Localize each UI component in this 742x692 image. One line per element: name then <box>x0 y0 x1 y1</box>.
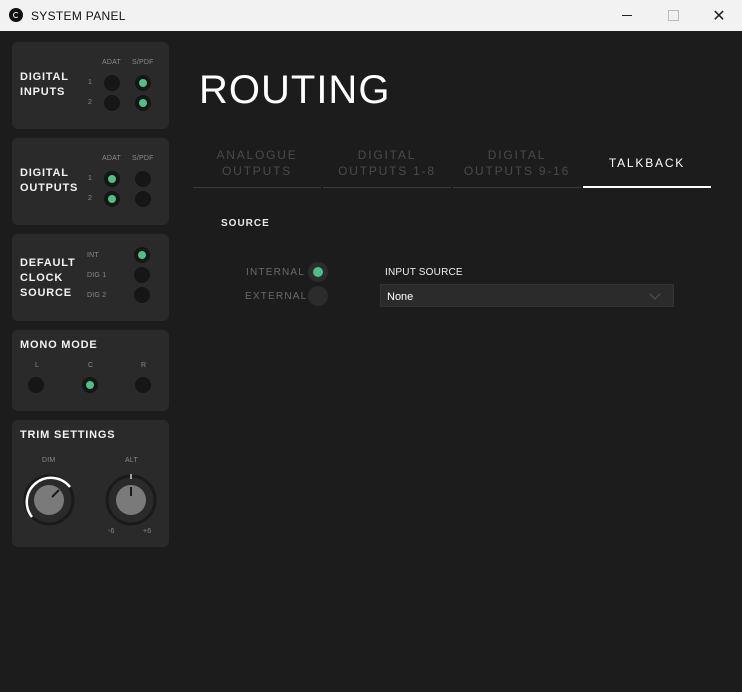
adat-column-label: ADAT <box>102 59 121 66</box>
tab-digital-outputs-1-8[interactable]: DIGITAL OUTPUTS 1-8 <box>323 144 451 188</box>
digital-input-adat-2-toggle[interactable] <box>104 95 120 111</box>
close-icon: ✕ <box>712 7 726 25</box>
mono-mode-c-radio[interactable] <box>82 377 98 393</box>
alt-knob[interactable] <box>104 473 158 527</box>
input-source-value: None <box>387 291 414 303</box>
digital-outputs-panel: DIGITAL OUTPUTS ADAT S/PDF 1 2 <box>12 138 169 225</box>
external-radio[interactable] <box>308 286 328 306</box>
internal-label: INTERNAL <box>246 267 306 278</box>
digital-input-spdf-2-toggle[interactable] <box>135 95 151 111</box>
digital-output-adat-2-toggle[interactable] <box>104 191 120 207</box>
clock-option-dig2-label: DIG 2 <box>87 292 107 299</box>
digital-input-adat-1-toggle[interactable] <box>104 75 120 91</box>
digital-inputs-panel: DIGITAL INPUTS ADAT S/PDF 1 2 <box>12 42 169 129</box>
spdf-column-label: S/PDF <box>132 155 154 162</box>
dim-knob-pointer <box>51 489 60 498</box>
digital-output-adat-1-toggle[interactable] <box>104 171 120 187</box>
clock-option-dig1-label: DIG 1 <box>87 272 107 279</box>
page-title: ROUTING <box>199 68 391 112</box>
mono-option-l-label: L <box>35 362 40 369</box>
dim-knob-label: DIM <box>42 457 56 464</box>
maximize-icon <box>667 10 679 21</box>
clock-source-panel: DEFAULT CLOCK SOURCE INT DIG 1 DIG 2 <box>12 234 169 321</box>
row-label-1: 1 <box>88 79 93 86</box>
chevron-down-icon <box>649 288 661 300</box>
close-button[interactable]: ✕ <box>696 0 742 31</box>
trim-settings-title: TRIM SETTINGS <box>20 429 116 441</box>
tab-digital-outputs-9-16[interactable]: DIGITAL OUTPUTS 9-16 <box>453 144 581 188</box>
spdf-column-label: S/PDF <box>132 59 154 66</box>
trim-settings-panel: TRIM SETTINGS DIM ALT -6 +6 <box>12 420 169 547</box>
clock-source-dig2-radio[interactable] <box>134 287 150 303</box>
dim-knob[interactable] <box>22 473 76 527</box>
source-section-label: SOURCE <box>221 218 270 229</box>
input-source-dropdown[interactable]: None <box>380 284 674 307</box>
clock-option-int-label: INT <box>87 252 99 259</box>
digital-output-spdf-1-toggle[interactable] <box>135 171 151 187</box>
tab-talkback[interactable]: TALKBACK <box>583 144 711 188</box>
minimize-icon <box>622 15 632 16</box>
mono-option-r-label: R <box>141 362 147 369</box>
row-label-2: 2 <box>88 195 93 202</box>
digital-outputs-title: DIGITAL OUTPUTS <box>20 167 79 194</box>
alt-min-label: -6 <box>108 528 115 535</box>
external-label: EXTERNAL <box>245 291 308 302</box>
minimize-button[interactable] <box>604 0 650 31</box>
adat-column-label: ADAT <box>102 155 121 162</box>
window-title: SYSTEM PANEL <box>31 9 126 23</box>
digital-output-spdf-2-toggle[interactable] <box>135 191 151 207</box>
clock-source-dig1-radio[interactable] <box>134 267 150 283</box>
digital-input-spdf-1-toggle[interactable] <box>135 75 151 91</box>
mono-mode-l-radio[interactable] <box>28 377 44 393</box>
clock-source-int-radio[interactable] <box>134 247 150 263</box>
input-source-label: INPUT SOURCE <box>385 267 463 278</box>
digital-inputs-title: DIGITAL INPUTS <box>20 71 69 98</box>
clock-source-title: DEFAULT CLOCK SOURCE <box>20 257 76 299</box>
maximize-button[interactable] <box>650 0 696 31</box>
row-label-2: 2 <box>88 99 93 106</box>
mono-mode-r-radio[interactable] <box>135 377 151 393</box>
mono-mode-panel: MONO MODE L C R <box>12 330 169 411</box>
system-panel-window: SYSTEM PANEL ✕ DIGITAL INPUTS ADAT S/PDF… <box>0 0 742 692</box>
mono-mode-title: MONO MODE <box>20 339 98 351</box>
alt-knob-pointer <box>130 487 132 496</box>
app-logo-icon <box>9 8 23 22</box>
alt-max-label: +6 <box>143 528 152 535</box>
mono-option-c-label: C <box>88 362 94 369</box>
title-bar: SYSTEM PANEL ✕ <box>0 0 742 31</box>
row-label-1: 1 <box>88 175 93 182</box>
internal-radio[interactable] <box>308 262 328 282</box>
tab-analogue-outputs[interactable]: ANALOGUE OUTPUTS <box>193 144 321 188</box>
alt-knob-label: ALT <box>125 457 138 464</box>
